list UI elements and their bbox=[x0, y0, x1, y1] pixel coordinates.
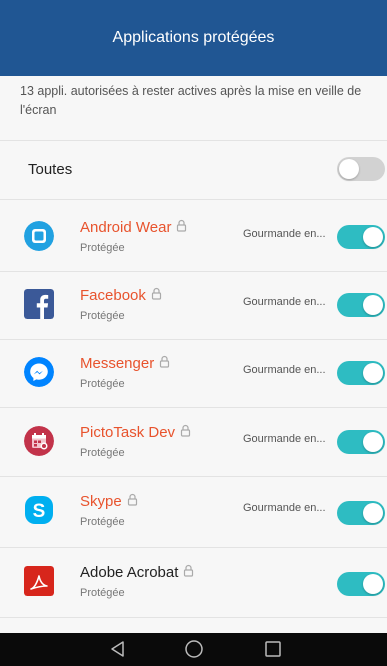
app-name: Android Wear bbox=[80, 219, 187, 236]
protect-toggle[interactable] bbox=[337, 501, 385, 525]
app-row-pictotask[interactable]: PictoTask Dev Protégée Gourmande en... bbox=[0, 408, 387, 476]
all-apps-row: Toutes bbox=[0, 140, 387, 198]
lock-icon bbox=[127, 493, 138, 510]
app-row-adobe-acrobat[interactable]: Adobe Acrobat Protégée bbox=[0, 548, 387, 616]
divider bbox=[0, 199, 387, 200]
app-subtitle: Protégée bbox=[80, 242, 125, 254]
navigation-bar bbox=[0, 633, 387, 666]
app-name: Facebook bbox=[80, 287, 162, 304]
toggle-knob bbox=[363, 295, 383, 315]
app-subtitle: Protégée bbox=[80, 378, 125, 390]
protect-toggle[interactable] bbox=[337, 572, 385, 596]
app-name: PictoTask Dev bbox=[80, 424, 191, 441]
lock-icon bbox=[183, 564, 194, 581]
messenger-icon bbox=[24, 357, 54, 387]
toggle-knob bbox=[363, 363, 383, 383]
all-apps-toggle[interactable] bbox=[337, 157, 385, 181]
all-apps-label: Toutes bbox=[28, 160, 73, 178]
facebook-icon bbox=[24, 289, 54, 319]
app-name: Messenger bbox=[80, 355, 170, 372]
toggle-knob bbox=[363, 227, 383, 247]
app-name: Skype bbox=[80, 493, 138, 510]
lock-icon bbox=[176, 219, 187, 236]
lock-icon bbox=[151, 287, 162, 304]
toggle-knob bbox=[339, 159, 359, 179]
protect-toggle[interactable] bbox=[337, 430, 385, 454]
app-bar: Applications protégées bbox=[0, 0, 387, 76]
back-icon[interactable] bbox=[108, 639, 128, 664]
lock-icon bbox=[159, 355, 170, 372]
toggle-knob bbox=[363, 574, 383, 594]
app-row-facebook[interactable]: Facebook Protégée Gourmande en... bbox=[0, 271, 387, 339]
battery-status: Gourmande en... bbox=[243, 296, 326, 308]
page-title: Applications protégées bbox=[112, 29, 275, 46]
app-row-skype[interactable]: S Skype Protégée Gourmande en... bbox=[0, 477, 387, 545]
divider bbox=[0, 617, 387, 618]
pictotask-icon bbox=[24, 426, 54, 456]
protect-toggle[interactable] bbox=[337, 361, 385, 385]
home-icon[interactable] bbox=[184, 639, 204, 664]
svg-text:S: S bbox=[33, 501, 46, 522]
protect-toggle[interactable] bbox=[337, 293, 385, 317]
lock-icon bbox=[180, 424, 191, 441]
battery-status: Gourmande en... bbox=[243, 228, 326, 240]
battery-status: Gourmande en... bbox=[243, 364, 326, 376]
android-wear-icon bbox=[24, 221, 54, 251]
recents-icon[interactable] bbox=[263, 639, 283, 664]
app-name: Adobe Acrobat bbox=[80, 564, 194, 581]
toggle-knob bbox=[363, 503, 383, 523]
toggle-knob bbox=[363, 432, 383, 452]
app-subtitle: Protégée bbox=[80, 516, 125, 528]
skype-icon: S bbox=[24, 495, 54, 525]
app-subtitle: Protégée bbox=[80, 587, 125, 599]
adobe-acrobat-icon bbox=[24, 566, 54, 596]
app-row-messenger[interactable]: Messenger Protégée Gourmande en... bbox=[0, 339, 387, 407]
app-subtitle: Protégée bbox=[80, 447, 125, 459]
battery-status: Gourmande en... bbox=[243, 502, 326, 514]
app-subtitle: Protégée bbox=[80, 310, 125, 322]
protect-toggle[interactable] bbox=[337, 225, 385, 249]
description-text: 13 appli. autorisées à rester actives ap… bbox=[20, 84, 362, 117]
app-row-android-wear[interactable]: Android Wear Protégée Gourmande en... bbox=[0, 203, 387, 271]
battery-status: Gourmande en... bbox=[243, 433, 326, 445]
